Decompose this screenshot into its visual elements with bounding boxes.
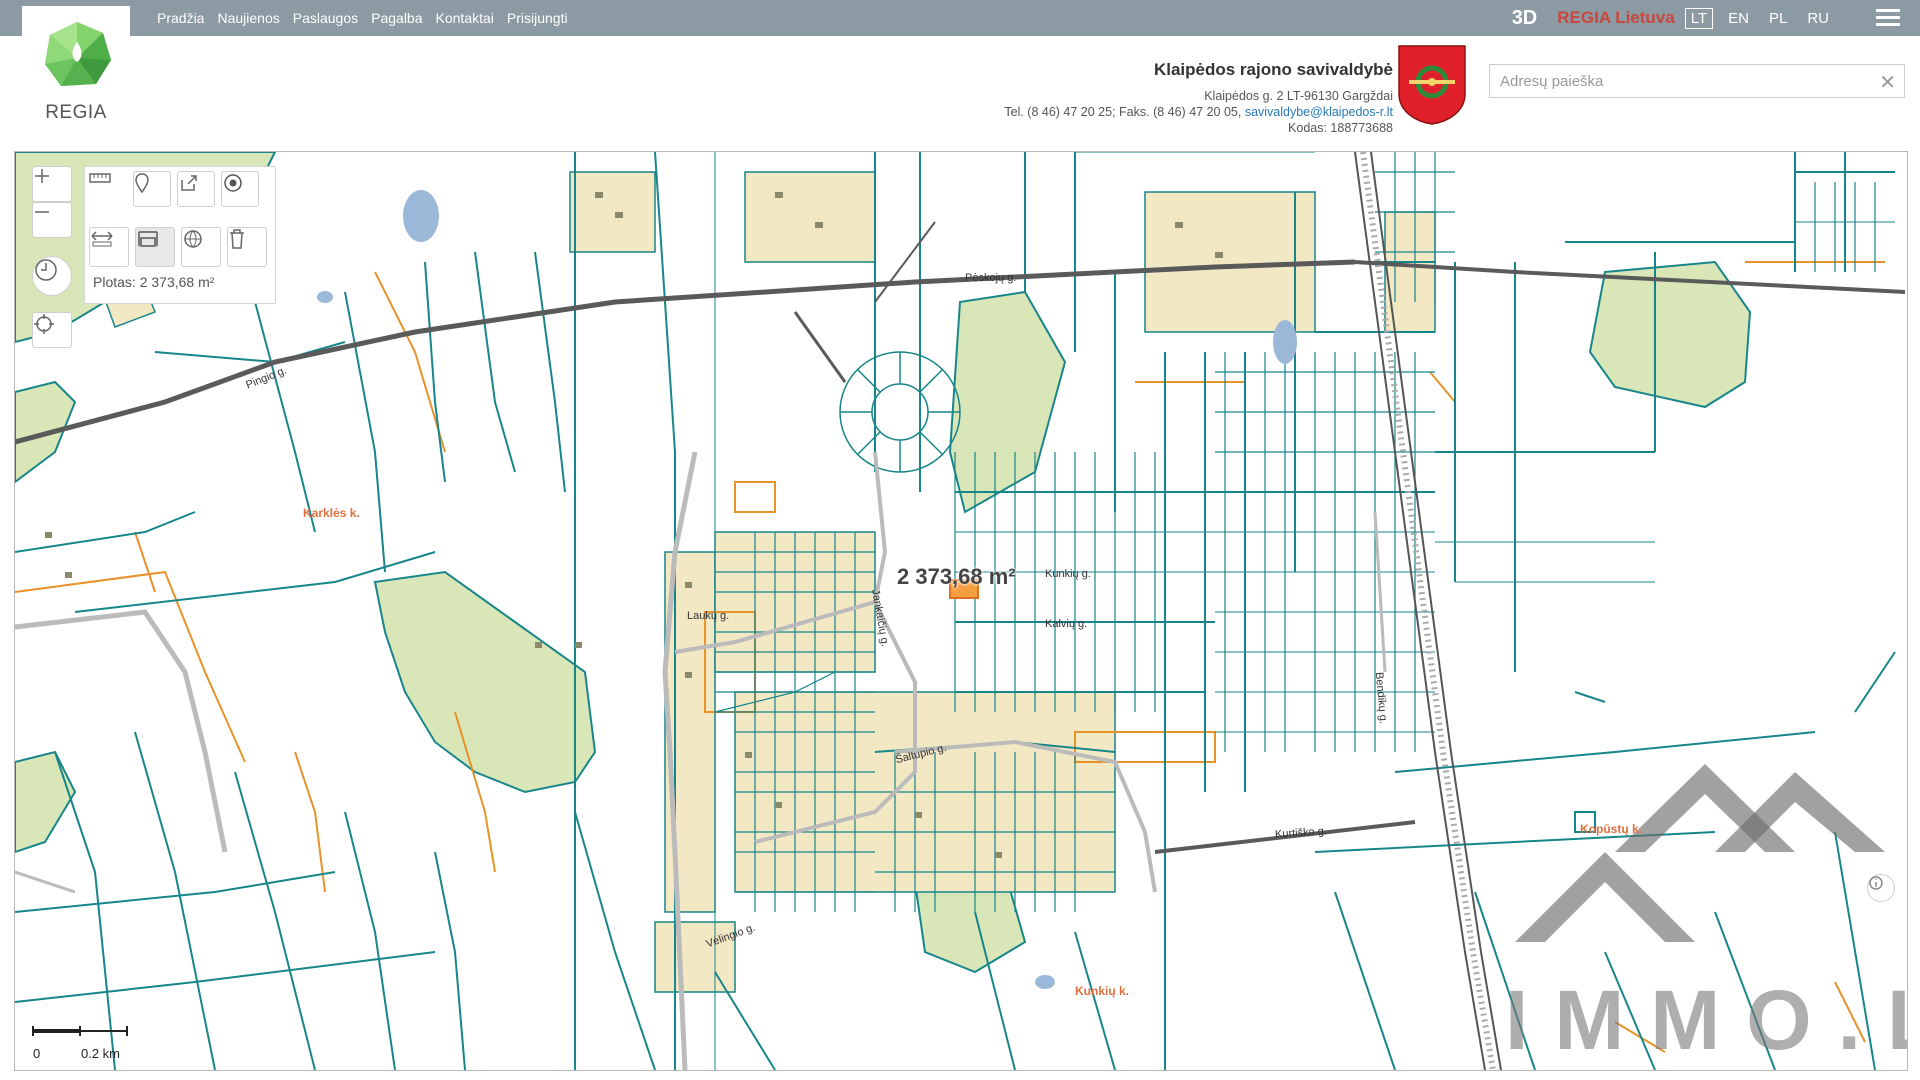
clock-icon <box>35 259 57 281</box>
area-measure-icon <box>138 231 158 247</box>
marker-tool-button[interactable] <box>133 171 171 207</box>
distance-tool-button[interactable] <box>89 227 129 267</box>
radial-parcels <box>839 351 961 473</box>
hamburger-menu-icon[interactable] <box>1876 9 1900 27</box>
address-search-input[interactable] <box>1498 65 1872 97</box>
lang-en[interactable]: EN <box>1723 9 1754 28</box>
street-label-kunkiu: Kunkių g. <box>1045 568 1091 580</box>
regia-logo[interactable]: REGIA <box>22 6 130 136</box>
locate-button[interactable] <box>32 312 72 348</box>
delete-tool-button[interactable] <box>227 227 267 267</box>
target-icon <box>224 174 242 192</box>
plus-icon <box>35 169 49 183</box>
immo-watermark-icon <box>1515 764 1885 942</box>
regia-lietuva-link[interactable]: REGIA Lietuva <box>1557 8 1674 28</box>
built-up-areas <box>94 171 1436 993</box>
regia-logo-text: REGIA <box>45 102 107 123</box>
clear-search-icon[interactable]: ✕ <box>1879 70 1896 95</box>
nav-item-kontaktai[interactable]: Kontaktai <box>436 10 494 26</box>
right-nav: 3D REGIA Lietuva LT EN PL RU <box>1512 0 1900 36</box>
area-tool-button[interactable] <box>135 227 175 267</box>
street-label-lauku: Laukų g. <box>687 610 730 622</box>
nav-item-paslaugos[interactable]: Paslaugos <box>293 10 358 26</box>
area-measure-label: 2 373,68 m² <box>897 564 1016 589</box>
lang-pl[interactable]: PL <box>1764 9 1792 28</box>
crosshair-icon <box>34 314 54 334</box>
distance-icon <box>91 231 113 247</box>
main-nav: Pradžia Naujienos Paslaugos Pagalba Kont… <box>157 0 568 36</box>
zoom-out-button[interactable] <box>32 202 72 238</box>
history-button[interactable] <box>32 256 72 296</box>
place-label-karkles: Karklės k. <box>303 506 360 520</box>
top-bar: Pradžia Naujienos Paslaugos Pagalba Kont… <box>0 0 1920 36</box>
lang-ru[interactable]: RU <box>1802 9 1834 28</box>
point-tool-button[interactable] <box>221 171 259 207</box>
ruler-tool-button[interactable] <box>89 171 127 207</box>
address-search: ✕ <box>1489 64 1905 98</box>
immo-watermark-text: IMMO.LT <box>1505 973 1907 1067</box>
street-label-peskoju: Pėskojų g. <box>965 272 1017 284</box>
zoom-in-button[interactable] <box>32 166 72 202</box>
share-icon <box>181 175 197 191</box>
scale-end-label: 0.2 km <box>81 1046 121 1061</box>
globe-icon <box>184 230 202 248</box>
nav-item-pagalba[interactable]: Pagalba <box>371 10 422 26</box>
minus-icon <box>35 211 49 213</box>
nav-item-naujienos[interactable]: Naujienos <box>217 10 279 26</box>
area-result-text: Plotas: 2 373,68 m² <box>93 274 215 290</box>
map-layer <box>15 152 1906 1070</box>
share-tool-button[interactable] <box>177 171 215 207</box>
lang-lt[interactable]: LT <box>1684 7 1714 29</box>
regia-logo-icon <box>45 22 111 86</box>
info-icon <box>1869 876 1883 890</box>
municipality-name: Klaipėdos rajono savivaldybė <box>1153 60 1393 79</box>
municipality-email-link[interactable]: savivaldybe@klaipedos-r.lt <box>1245 105 1393 119</box>
nav-item-prisijungti[interactable]: Prisijungti <box>507 10 568 26</box>
street-label-kalviu: Kalvių g. <box>1045 618 1088 630</box>
nav-item-pradzia[interactable]: Pradžia <box>157 10 204 26</box>
municipality-phone: Tel. (8 46) 47 20 25; Faks. (8 46) 47 20… <box>1004 105 1242 119</box>
municipality-contacts: Tel. (8 46) 47 20 25; Faks. (8 46) 47 20… <box>1004 104 1393 120</box>
place-label-kopustu: Kopūstų k. <box>1580 822 1642 836</box>
map-pin-icon <box>135 173 149 194</box>
trash-icon <box>230 229 244 249</box>
ruler-icon <box>89 173 111 183</box>
municipality-info: Klaipėdos rajono savivaldybė Klaipėdos g… <box>1004 60 1393 136</box>
municipality-crest-icon <box>1398 45 1466 125</box>
municipality-code: Kodas: 188773688 <box>1288 121 1393 135</box>
globe-tool-button[interactable] <box>181 227 221 267</box>
map-canvas[interactable]: 2 373,68 m² Karklės k. Kopūstų k. Kunkių… <box>14 151 1908 1071</box>
municipality-address: Klaipėdos g. 2 LT-96130 Gargždai <box>1204 89 1393 103</box>
map-info-button[interactable] <box>1867 874 1895 902</box>
place-label-kunkiu: Kunkių k. <box>1075 984 1130 998</box>
scale-start-label: 0 <box>33 1046 41 1061</box>
scale-bar: 0 0.2 km <box>33 1022 133 1062</box>
3d-button[interactable]: 3D <box>1512 7 1538 30</box>
